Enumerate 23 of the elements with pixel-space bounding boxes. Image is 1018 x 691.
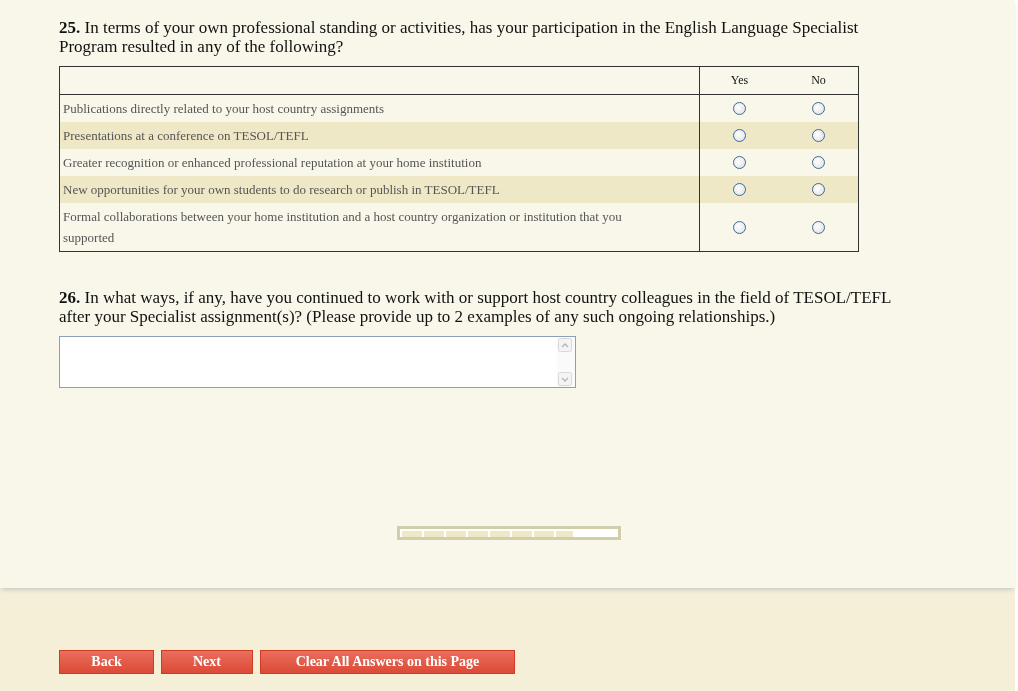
nav-button[interactable]: Next bbox=[161, 650, 253, 674]
radio-button[interactable] bbox=[812, 183, 825, 196]
row-label: Formal collaborations between your home institution and a host country organization or institution that you supported bbox=[63, 208, 623, 247]
nav-button[interactable]: Back bbox=[59, 650, 154, 674]
radio-button[interactable] bbox=[812, 156, 825, 169]
radio-button[interactable] bbox=[812, 102, 825, 115]
radio-button[interactable] bbox=[733, 220, 746, 234]
question-text: 25. In terms of your own professional standing or activities, has your participation in the English Language Specialist Program resulted in any of the following? bbox=[59, 18, 860, 56]
question-text: 26. In what ways, if any, have you continued to work with or support host country colleagues in the field of TESOL/TEFL after your Specialist assignment(s)? (Please provide up to 2 examples of any such ongoing relationships.) bbox=[59, 288, 892, 326]
nav-button[interactable]: Clear All Answers on this Page bbox=[260, 650, 515, 674]
row-label: Publications directly related to your host country assignments bbox=[63, 100, 384, 118]
column-header: Yes bbox=[730, 73, 749, 88]
radio-button[interactable] bbox=[733, 129, 746, 142]
radio-button[interactable] bbox=[812, 220, 825, 234]
row-label: Presentations at a conference on TESOL/TEFL bbox=[63, 127, 309, 145]
row-label: Greater recognition or enhanced professional reputation at your home institution bbox=[63, 154, 482, 172]
answer-box[interactable] bbox=[59, 336, 576, 388]
radio-button[interactable] bbox=[812, 129, 825, 142]
radio-button[interactable] bbox=[733, 102, 746, 115]
row-label: New opportunities for your own students to do research or publish in TESOL/TEFL bbox=[63, 181, 500, 199]
radio-button[interactable] bbox=[733, 156, 746, 169]
column-header: No bbox=[811, 73, 826, 88]
radio-button[interactable] bbox=[733, 183, 746, 196]
